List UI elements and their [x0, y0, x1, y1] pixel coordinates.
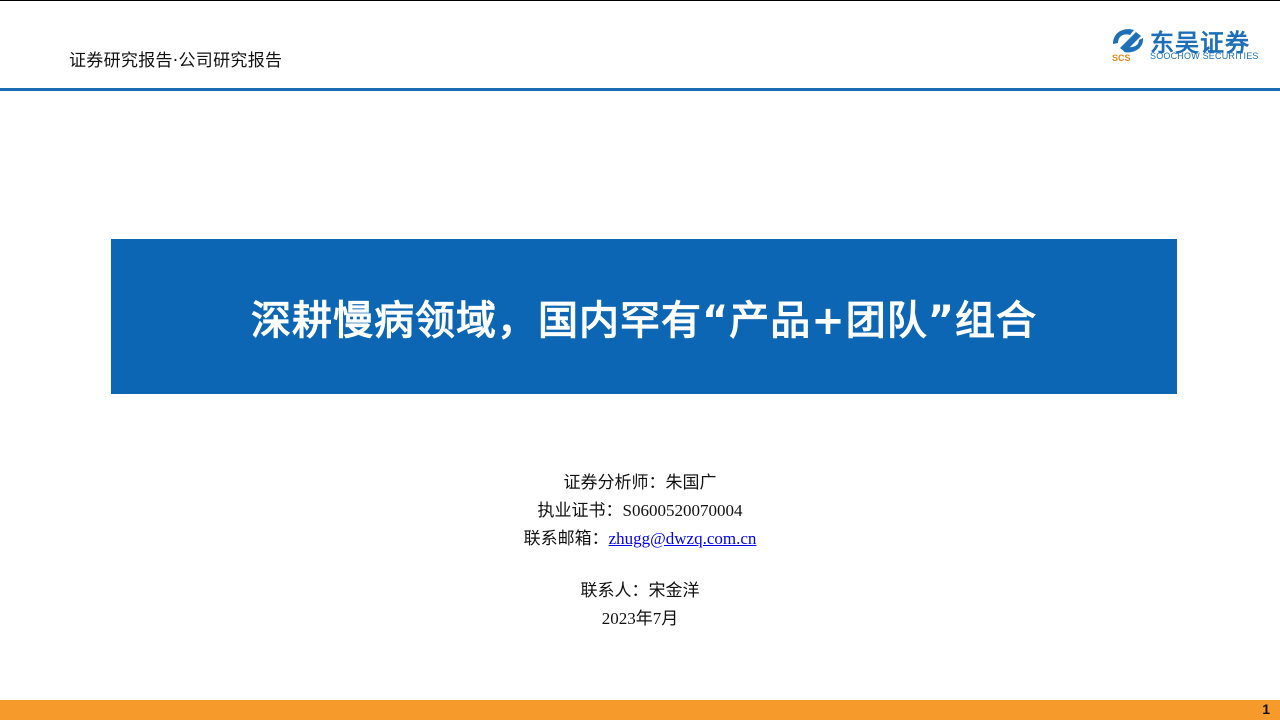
analyst-line: 证券分析师：朱国广 [0, 468, 1280, 493]
certificate-label: 执业证书： [537, 501, 623, 521]
report-date: 2023年7月 [601, 609, 679, 628]
report-title: 深耕慢病领域，国内罕有“产品+团队”组合 [250, 297, 1038, 344]
contact-label: 联系人： [580, 581, 649, 601]
report-type-label: 证券研究报告·公司研究报告 [69, 51, 283, 71]
email-label: 联系邮箱： [523, 529, 609, 549]
email-line: 联系邮箱：zhugg@dwzq.com.cn [0, 524, 1280, 549]
analyst-label: 证券分析师： [563, 473, 666, 493]
page-number: 1 [1262, 701, 1270, 717]
top-border-line [0, 0, 1280, 1]
header-rule [0, 88, 1280, 91]
title-banner: 深耕慢病领域，国内罕有“产品+团队”组合 [111, 239, 1177, 394]
soochow-logo-icon: SCS [1112, 29, 1144, 62]
footer-bar [0, 700, 1280, 720]
email-link[interactable]: zhugg@dwzq.com.cn [609, 529, 757, 548]
svg-text:SCS: SCS [1112, 53, 1131, 62]
certificate-line: 执业证书：S0600520070004 [0, 496, 1280, 521]
logo-english-name: SOOCHOW SECURITIES [1150, 51, 1259, 61]
company-logo[interactable]: SCS 东吴证券 SOOCHOW SECURITIES [1110, 24, 1268, 64]
contact-line: 联系人：宋金洋 [0, 576, 1280, 601]
contact-name: 宋金洋 [648, 581, 700, 601]
certificate-number: S0600520070004 [622, 501, 743, 520]
analyst-name: 朱国广 [665, 473, 717, 493]
